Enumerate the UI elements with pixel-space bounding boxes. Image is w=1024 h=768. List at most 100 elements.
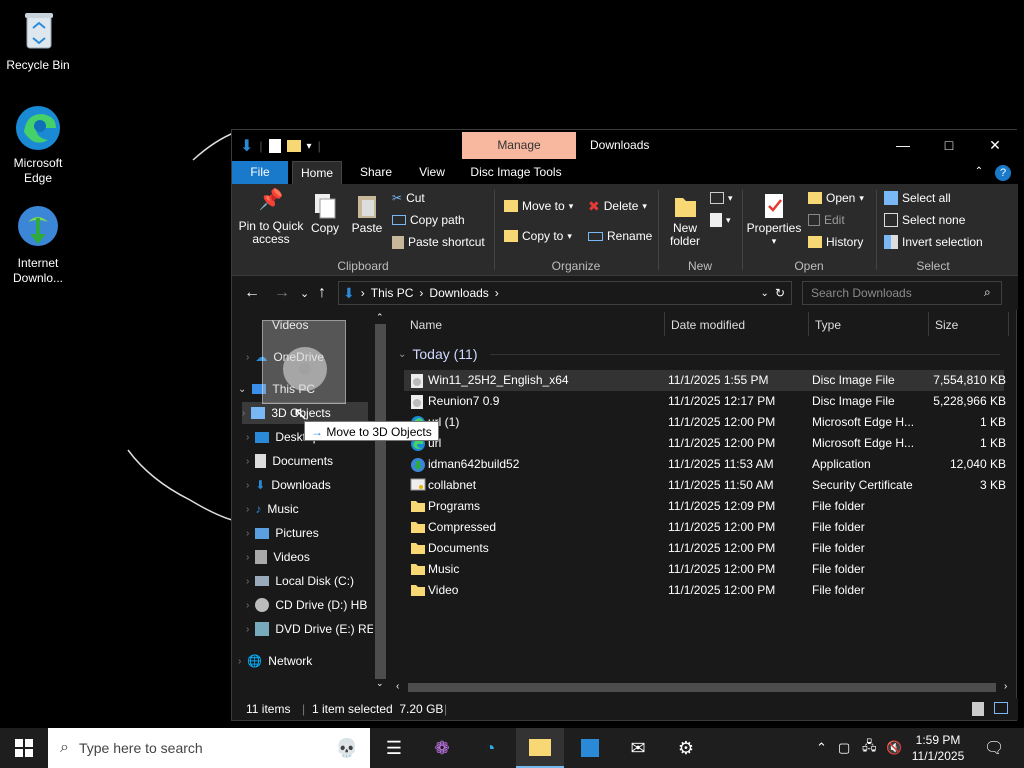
- nav-scrollbar[interactable]: ⌃ ⌄: [373, 312, 388, 688]
- delete-button[interactable]: ✖ Delete ▾: [588, 196, 647, 216]
- file-explorer-taskbar-icon[interactable]: [516, 728, 564, 768]
- file-row[interactable]: Reunion7 0.9 11/1/2025 12:17 PM Disc Image…: [404, 391, 1006, 412]
- file-row[interactable]: Compressed 11/1/2025 12:00 PM File folder: [404, 517, 1004, 538]
- refresh-icon[interactable]: ↻: [775, 286, 785, 300]
- large-icons-view-icon[interactable]: [994, 702, 1008, 714]
- scroll-down-icon[interactable]: ⌄: [376, 678, 384, 689]
- file-row[interactable]: Programs 11/1/2025 12:09 PM File folder: [404, 496, 1004, 517]
- nav-item-pictures[interactable]: › Pictures: [246, 522, 319, 544]
- new-item-button[interactable]: ▾: [710, 188, 733, 208]
- pin-to-quick-access-button[interactable]: 📌 Pin to Quick access: [238, 190, 304, 246]
- select-all-button[interactable]: Select all: [884, 188, 951, 208]
- details-view-icon[interactable]: [972, 702, 984, 716]
- microsoft-store-icon[interactable]: [566, 728, 614, 768]
- close-button[interactable]: ✕: [972, 130, 1018, 160]
- file-row[interactable]: Music 11/1/2025 12:00 PM File folder: [404, 559, 1004, 580]
- tab-disc-image-tools[interactable]: Disc Image Tools: [466, 161, 566, 184]
- column-divider[interactable]: [928, 312, 929, 336]
- properties-icon[interactable]: [268, 139, 281, 153]
- nav-item-local-disk[interactable]: › Local Disk (C:): [246, 570, 354, 592]
- address-dropdown-icon[interactable]: ⌄: [761, 288, 769, 299]
- nav-item-documents[interactable]: › Documents: [246, 450, 333, 472]
- nav-item-network[interactable]: › 🌐 Network: [238, 650, 312, 672]
- move-to-button[interactable]: Move to ▾: [504, 196, 573, 216]
- tab-home[interactable]: Home: [292, 161, 342, 184]
- taskbar-search-box[interactable]: ⌕ Type here to search 💀: [48, 728, 370, 768]
- file-row[interactable]: Documents 11/1/2025 12:00 PM File folder: [404, 538, 1004, 559]
- scroll-right-icon[interactable]: ›: [1004, 681, 1007, 692]
- tab-manage[interactable]: Manage: [462, 132, 576, 159]
- easy-access-button[interactable]: ▾: [710, 210, 731, 230]
- column-divider[interactable]: [808, 312, 809, 336]
- new-folder-icon[interactable]: [286, 140, 301, 152]
- desktop-icon-recycle-bin[interactable]: Recycle Bin: [0, 6, 76, 73]
- rename-button[interactable]: Rename: [588, 226, 652, 246]
- tab-share[interactable]: Share: [352, 161, 400, 184]
- scroll-left-icon[interactable]: ‹: [396, 681, 399, 692]
- start-button[interactable]: [0, 728, 48, 768]
- copy-button[interactable]: Copy: [308, 192, 342, 235]
- cut-button[interactable]: ✂ Cut: [392, 188, 425, 208]
- file-row[interactable]: url (1) 11/1/2025 12:00 PM Microsoft Edge …: [404, 412, 1006, 433]
- copy-path-button[interactable]: Copy path: [392, 210, 465, 230]
- up-arrow-icon[interactable]: ↑: [318, 284, 326, 302]
- column-header-date[interactable]: Date modified: [671, 312, 745, 338]
- desktop-icon-idm[interactable]: Internet Downlo...: [0, 204, 76, 286]
- tab-file[interactable]: File: [232, 161, 288, 184]
- column-divider[interactable]: [1008, 312, 1009, 336]
- breadcrumb-this-pc[interactable]: This PC: [371, 286, 414, 300]
- help-icon[interactable]: ?: [994, 161, 1012, 184]
- edge-taskbar-icon[interactable]: ◔: [466, 728, 514, 768]
- nav-item-videos[interactable]: › Videos: [246, 546, 310, 568]
- invert-selection-button[interactable]: Invert selection: [884, 232, 983, 252]
- tray-app-icon[interactable]: ▢: [838, 728, 850, 768]
- horizontal-scrollbar[interactable]: ‹ ›: [390, 680, 1016, 695]
- show-hidden-icons[interactable]: ⌃: [816, 728, 827, 768]
- file-row[interactable]: url 11/1/2025 12:00 PM Microsoft Edge H...…: [404, 433, 1006, 454]
- open-button[interactable]: Open ▾: [808, 188, 864, 208]
- notifications-icon[interactable]: 🗨: [984, 728, 1004, 768]
- desktop-icon-edge[interactable]: Microsoft Edge: [0, 104, 76, 186]
- file-row[interactable]: Win11_25H2_English_x64 11/1/2025 1:55 PM D…: [404, 370, 1006, 391]
- task-view-icon[interactable]: ☰: [370, 728, 418, 768]
- properties-button[interactable]: Properties ▾: [746, 192, 802, 248]
- back-arrow-icon[interactable]: ←: [244, 284, 260, 302]
- column-header-name[interactable]: Name: [410, 312, 442, 338]
- select-none-button[interactable]: Select none: [884, 210, 965, 230]
- paste-button[interactable]: Paste: [350, 192, 384, 235]
- forward-arrow-icon[interactable]: →: [274, 284, 290, 302]
- tab-view[interactable]: View: [410, 161, 454, 184]
- breadcrumb-downloads[interactable]: Downloads: [429, 286, 488, 300]
- settings-gear-icon[interactable]: ⚙: [662, 728, 710, 768]
- paste-shortcut-button[interactable]: Paste shortcut: [392, 232, 485, 252]
- file-row[interactable]: Video 11/1/2025 12:00 PM File folder: [404, 580, 1004, 601]
- column-divider[interactable]: [664, 312, 665, 336]
- column-header-size[interactable]: Size: [935, 312, 958, 338]
- taskbar-clock[interactable]: 1:59 PM 11/1/2025: [902, 732, 974, 764]
- address-bar[interactable]: ⬇ › This PC › Downloads › ⌄ ↻: [338, 281, 792, 305]
- file-row[interactable]: collabnet 11/1/2025 11:50 AM Security Cert…: [404, 475, 1006, 496]
- collapse-ribbon-icon[interactable]: ⌃: [972, 161, 986, 184]
- copy-to-button[interactable]: Copy to ▾: [504, 226, 572, 246]
- volume-muted-icon[interactable]: 🔇: [886, 728, 902, 768]
- scroll-up-icon[interactable]: ⌃: [376, 312, 384, 323]
- nav-item-cd-drive[interactable]: › CD Drive (D:) HB: [246, 594, 367, 616]
- edit-button[interactable]: Edit: [808, 210, 845, 230]
- search-input[interactable]: Search Downloads: [802, 281, 1002, 305]
- mail-icon[interactable]: ✉: [614, 728, 662, 768]
- maximize-button[interactable]: □: [926, 130, 972, 160]
- group-header-today[interactable]: ⌄ Today (11): [398, 346, 478, 362]
- minimize-button[interactable]: —: [880, 130, 926, 160]
- horizontal-scroll-thumb[interactable]: [408, 683, 996, 692]
- qat-dropdown-icon[interactable]: ▾: [307, 141, 312, 152]
- new-folder-button[interactable]: New folder: [666, 192, 704, 248]
- recent-locations-icon[interactable]: ⌄: [300, 287, 309, 300]
- nav-item-dvd-drive[interactable]: › DVD Drive (E:) RE: [246, 618, 375, 640]
- history-button[interactable]: History: [808, 232, 863, 252]
- nav-scroll-thumb[interactable]: [375, 324, 386, 679]
- file-row[interactable]: idman642build52 11/1/2025 11:53 AM Applica…: [404, 454, 1006, 475]
- nav-item-music[interactable]: › ♪ Music: [246, 498, 299, 520]
- column-header-type[interactable]: Type: [815, 312, 841, 338]
- network-tray-icon[interactable]: 🖧: [862, 728, 877, 768]
- nav-item-downloads[interactable]: › ⬇ Downloads: [246, 474, 331, 496]
